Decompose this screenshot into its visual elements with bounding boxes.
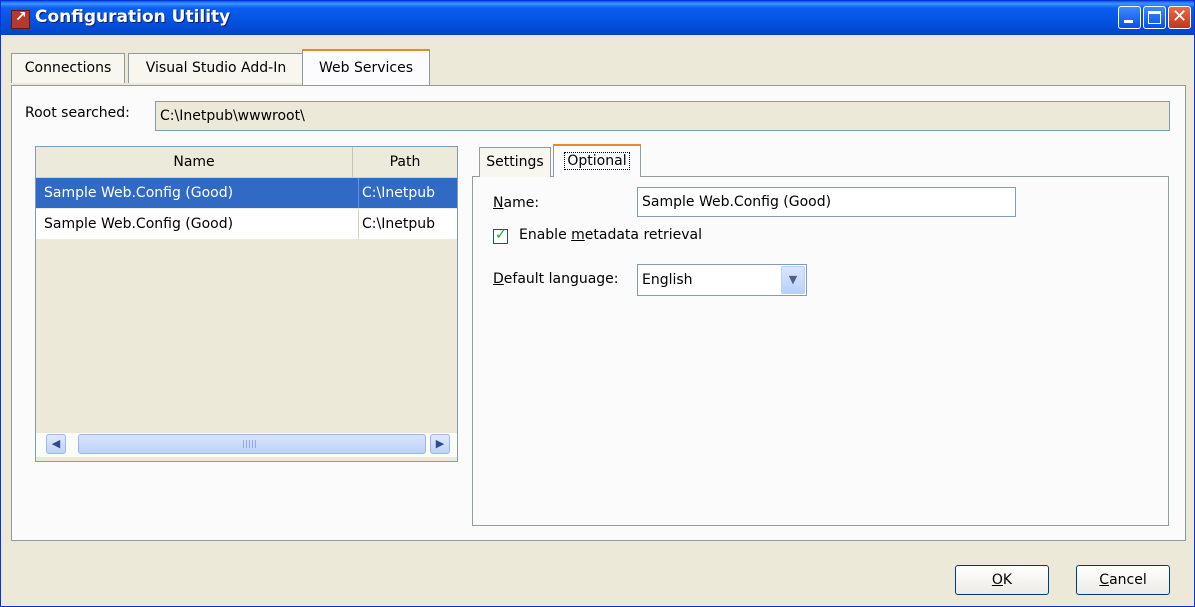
checkmark-icon: ✓ <box>495 227 507 243</box>
list-header: Name Path <box>36 147 457 178</box>
list-row[interactable]: Sample Web.Config (Good) C:\Inetpub <box>36 209 457 239</box>
tab-optional[interactable]: Optional <box>553 144 641 177</box>
row-path: C:\Inetpub <box>358 178 458 208</box>
tab-settings[interactable]: Settings <box>479 147 551 177</box>
window-title: Configuration Utility <box>35 7 231 27</box>
root-searched-field: C:\Inetpub\wwwroot\ <box>155 101 1170 131</box>
grip-icon <box>243 440 257 448</box>
default-language-label: Default language: <box>493 271 619 287</box>
tab-web-services[interactable]: Web Services <box>302 49 430 85</box>
cancel-button[interactable]: Cancel <box>1076 565 1170 595</box>
horizontal-scrollbar[interactable]: ◀ ▶ <box>36 433 457 457</box>
row-name: Sample Web.Config (Good) <box>44 216 234 232</box>
chevron-down-icon[interactable]: ▼ <box>781 266 805 294</box>
row-path: C:\Inetpub <box>358 209 458 239</box>
config-list[interactable]: Name Path Sample Web.Config (Good) C:\In… <box>35 146 458 462</box>
config-window: ↗ Configuration Utility ✕ Connections Vi… <box>0 0 1195 607</box>
scroll-left-icon[interactable]: ◀ <box>46 434 66 454</box>
language-select[interactable]: English ▼ <box>637 264 807 296</box>
app-icon: ↗ <box>11 9 30 29</box>
tab-visual-studio-add-in[interactable]: Visual Studio Add-In <box>128 53 304 83</box>
tab-connections[interactable]: Connections <box>11 53 125 83</box>
scroll-right-icon[interactable]: ▶ <box>430 434 450 454</box>
minimize-button[interactable] <box>1118 6 1141 29</box>
list-row[interactable]: Sample Web.Config (Good) C:\Inetpub <box>36 178 457 208</box>
minimize-icon <box>1124 20 1133 23</box>
maximize-icon <box>1148 11 1161 24</box>
close-icon: ✕ <box>1171 6 1188 27</box>
scrollbar-thumb[interactable] <box>78 434 426 454</box>
language-value: English <box>642 272 693 288</box>
column-header-path[interactable]: Path <box>353 147 457 177</box>
metadata-label[interactable]: Enable metadata retrieval <box>519 227 702 243</box>
root-searched-label: Root searched: <box>25 105 130 121</box>
name-label: Name: <box>493 195 540 211</box>
tab-optional-label: Optional <box>564 152 630 170</box>
title-bar[interactable]: ↗ Configuration Utility ✕ <box>1 1 1194 35</box>
name-field[interactable]: Sample Web.Config (Good) <box>637 187 1016 217</box>
ok-button[interactable]: OK <box>955 565 1049 595</box>
maximize-button[interactable] <box>1143 6 1166 29</box>
metadata-checkbox[interactable]: ✓ <box>493 227 508 244</box>
column-header-name[interactable]: Name <box>36 147 353 177</box>
close-button[interactable]: ✕ <box>1168 6 1191 29</box>
row-name: Sample Web.Config (Good) <box>44 185 234 201</box>
